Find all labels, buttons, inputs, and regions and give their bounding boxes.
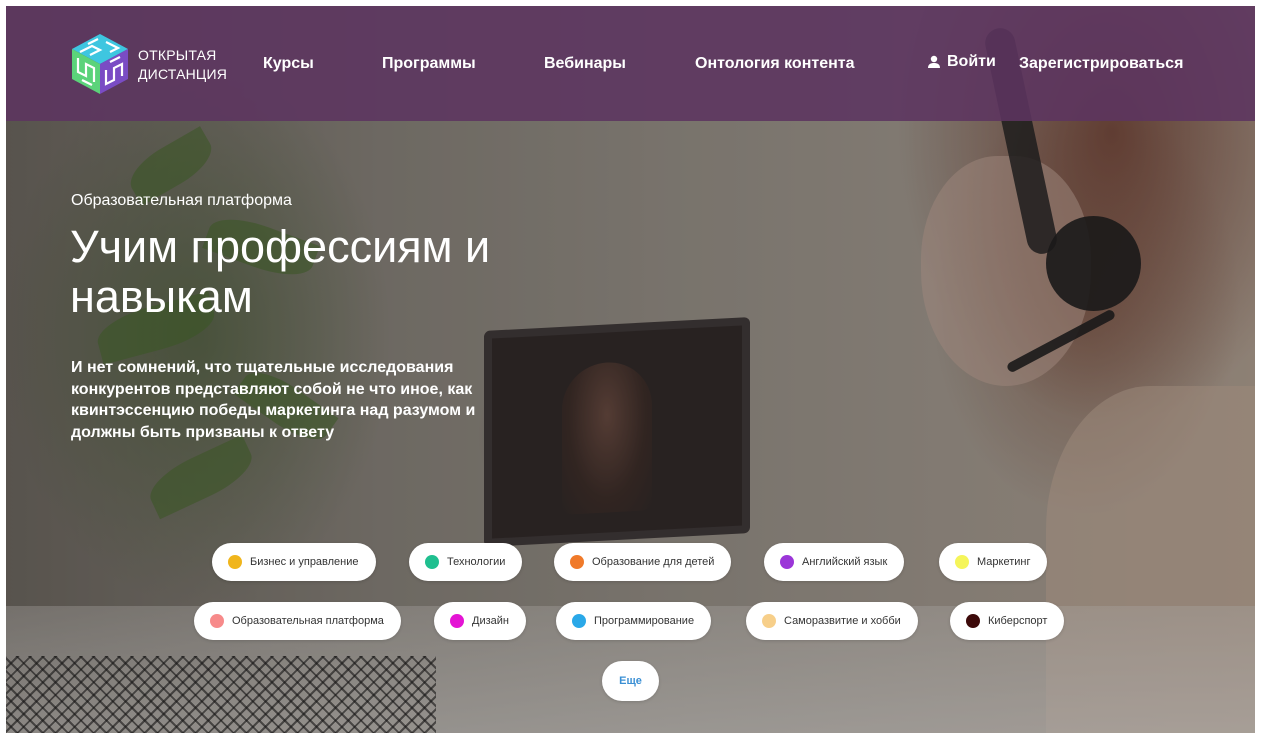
category-label: Образование для детей [592,556,715,568]
category-dot-icon [450,614,464,628]
category-dot-icon [780,555,794,569]
category-dot-icon [228,555,242,569]
category-chip-kids-education[interactable]: Образование для детей [554,543,732,581]
logo-text[interactable]: ОТКРЫТАЯ ДИСТАНЦИЯ [138,46,227,84]
category-label: Бизнес и управление [250,556,359,568]
category-chip-design[interactable]: Дизайн [434,602,526,640]
logo-cube-icon[interactable] [70,32,130,96]
hero-lead: И нет сомнений, что тщательные исследова… [71,359,476,441]
category-dot-icon [572,614,586,628]
category-dot-icon [570,555,584,569]
hero-title: Учим профессиям и навыкам [70,221,491,322]
category-chip-programming[interactable]: Программирование [556,602,712,640]
nav-webinars[interactable]: Вебинары [544,55,626,73]
hero-eyebrow: Образовательная платформа [71,192,292,209]
category-chip-business[interactable]: Бизнес и управление [212,543,376,581]
more-button[interactable]: Еще [602,661,659,701]
nav-courses[interactable]: Курсы [263,55,314,73]
category-chip-edu-platform[interactable]: Образовательная платформа [194,602,401,640]
register-link[interactable]: Зарегистрироваться [1019,55,1183,73]
category-chip-self-development[interactable]: Саморазвитие и хобби [746,602,918,640]
category-label: Дизайн [472,615,509,627]
category-chip-english[interactable]: Английский язык [764,543,905,581]
category-chip-esports[interactable]: Киберспорт [950,602,1065,640]
category-chip-technology[interactable]: Технологии [409,543,523,581]
category-label: Технологии [447,556,506,568]
logo-line-1: ОТКРЫТАЯ [138,47,217,63]
nav-programs[interactable]: Программы [382,55,476,73]
category-dot-icon [955,555,969,569]
logo-line-2: ДИСТАНЦИЯ [138,66,228,82]
nav-content-ontology[interactable]: Онтология контента [695,55,854,73]
category-dot-icon [210,614,224,628]
category-dot-icon [762,614,776,628]
login-label: Войти [947,53,996,70]
category-label: Саморазвитие и хобби [784,615,901,627]
site-header: ОТКРЫТАЯ ДИСТАНЦИЯ Курсы Программы Вебин… [6,6,1255,121]
category-label: Киберспорт [988,615,1048,627]
category-label: Программирование [594,615,695,627]
category-dot-icon [425,555,439,569]
category-label: Образовательная платформа [232,615,384,627]
category-dot-icon [966,614,980,628]
category-chip-marketing[interactable]: Маркетинг [939,543,1048,581]
category-label: Английский язык [802,556,888,568]
login-button[interactable]: Войти [927,53,996,71]
user-icon [928,55,940,68]
category-label: Маркетинг [977,556,1031,568]
